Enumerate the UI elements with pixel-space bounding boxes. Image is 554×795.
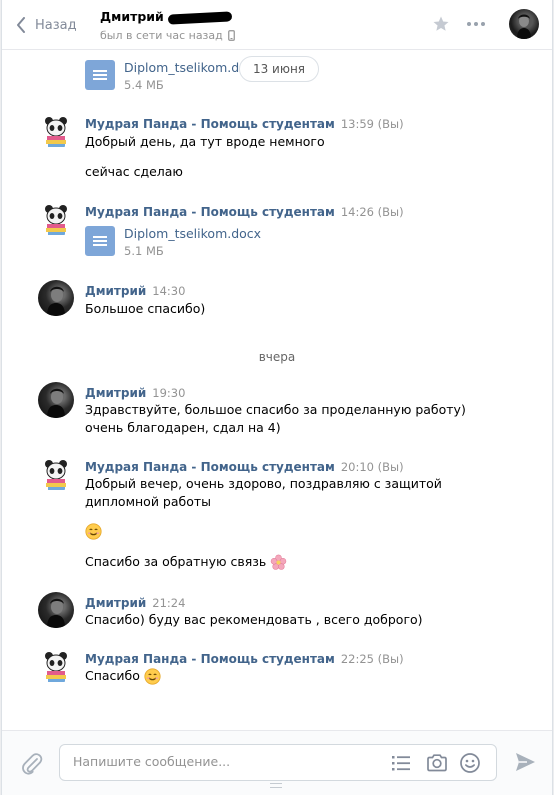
- message-text: Спасибо за обратную связь: [85, 553, 287, 571]
- document-size: 5.1 МБ: [124, 244, 164, 258]
- panda-avatar-icon: [45, 460, 67, 490]
- document-icon: [85, 60, 115, 90]
- smile-icon[interactable]: [459, 752, 481, 774]
- emoji-message: [85, 522, 102, 540]
- avatar-silhouette-icon: [47, 388, 65, 418]
- message-text: Спасибо) буду вас рекомендовать , всего …: [85, 612, 423, 627]
- panda-avatar-icon: [45, 652, 67, 682]
- message-text: сейчас сделаю: [85, 164, 183, 179]
- message-time: 20:10 (Вы): [340, 460, 404, 474]
- message-text: Добрый день, да тут вроде немного: [85, 134, 325, 149]
- message-author[interactable]: Мудрая Панда - Помощь студентам 14:26 (Вы…: [85, 205, 404, 219]
- list-format-icon[interactable]: [391, 754, 411, 772]
- star-icon[interactable]: [432, 15, 450, 33]
- message-input[interactable]: [73, 754, 373, 769]
- sender-avatar[interactable]: [38, 113, 74, 149]
- panda-avatar-icon: [45, 117, 67, 147]
- resize-grip[interactable]: [270, 783, 282, 788]
- message-author[interactable]: Дмитрий 14:30: [85, 284, 185, 298]
- message-time: 14:26 (Вы): [340, 205, 404, 219]
- chevron-left-icon: [17, 17, 25, 33]
- message-author[interactable]: Дмитрий 21:24: [85, 596, 185, 610]
- message-text: Спасибо: [85, 667, 161, 685]
- paperclip-icon[interactable]: [20, 750, 44, 776]
- message-author[interactable]: Мудрая Панда - Помощь студентам 13:59 (Вы…: [85, 117, 404, 131]
- message-time: 22:25 (Вы): [340, 652, 404, 666]
- smiling-face-emoji-icon: [85, 523, 102, 540]
- sender-avatar[interactable]: [38, 201, 74, 237]
- mobile-phone-icon: [227, 30, 235, 41]
- date-pill: 13 июня: [239, 56, 319, 82]
- message-time: 14:30: [152, 284, 186, 298]
- peer-avatar[interactable]: [509, 9, 539, 39]
- sender-avatar[interactable]: [38, 456, 74, 492]
- more-dots-icon[interactable]: [466, 16, 486, 32]
- back-label: Назад: [35, 17, 77, 33]
- document-name[interactable]: Diplom_tselikom.docx: [124, 226, 261, 241]
- message-author[interactable]: Мудрая Панда - Помощь студентам 20:10 (Вы…: [85, 460, 404, 474]
- smiling-face-emoji-icon: [144, 668, 161, 685]
- sender-avatar[interactable]: [38, 648, 74, 684]
- camera-icon[interactable]: [426, 753, 448, 773]
- avatar-silhouette-icon: [47, 286, 65, 316]
- send-icon[interactable]: [514, 751, 536, 773]
- message-text: Большое спасибо): [85, 301, 206, 316]
- message-text: дипломной работы: [85, 494, 212, 509]
- document-size: 5.4 МБ: [124, 78, 164, 92]
- document-attachment[interactable]: Diplom_tselikom.docx 5.4 МБ: [85, 60, 261, 92]
- message-time: 21:24: [152, 596, 186, 610]
- peer-status: был в сети час назад: [100, 29, 235, 42]
- document-attachment[interactable]: Diplom_tselikom.docx 5.1 МБ: [85, 226, 261, 258]
- message-time: 13:59 (Вы): [340, 117, 404, 131]
- avatar-silhouette-icon: [517, 14, 531, 39]
- message-history[interactable]: Diplom_tselikom.docx 5.4 МБ 13 июня Мудр…: [2, 50, 552, 730]
- message-time: 19:30: [152, 386, 186, 400]
- message-text: Здравствуйте, большое спасибо за продела…: [85, 402, 466, 417]
- back-button[interactable]: Назад: [16, 14, 77, 36]
- message-text: Добрый вечер, очень здорово, поздравляю …: [85, 476, 442, 491]
- avatar-silhouette-icon: [47, 598, 65, 628]
- message-author[interactable]: Мудрая Панда - Помощь студентам 22:25 (Вы…: [85, 652, 404, 666]
- cut-off-text: [85, 50, 89, 56]
- redaction-mark: [167, 10, 233, 25]
- date-separator: вчера: [258, 350, 296, 364]
- chat-header: Назад Дмитрий был в сети час назад: [2, 0, 552, 50]
- peer-name[interactable]: Дмитрий: [100, 9, 233, 25]
- messenger-window: Назад Дмитрий был в сети час назад Diplo…: [1, 0, 553, 795]
- cherry-blossom-emoji-icon: [270, 554, 287, 570]
- message-text: очень благодарен, сдал на 4): [85, 420, 281, 435]
- panda-avatar-icon: [45, 205, 67, 235]
- sender-avatar[interactable]: [38, 592, 74, 628]
- sender-avatar[interactable]: [38, 280, 74, 316]
- message-input-box[interactable]: [59, 744, 497, 781]
- sender-avatar[interactable]: [38, 382, 74, 418]
- document-icon: [85, 226, 115, 256]
- message-author[interactable]: Дмитрий 19:30: [85, 386, 185, 400]
